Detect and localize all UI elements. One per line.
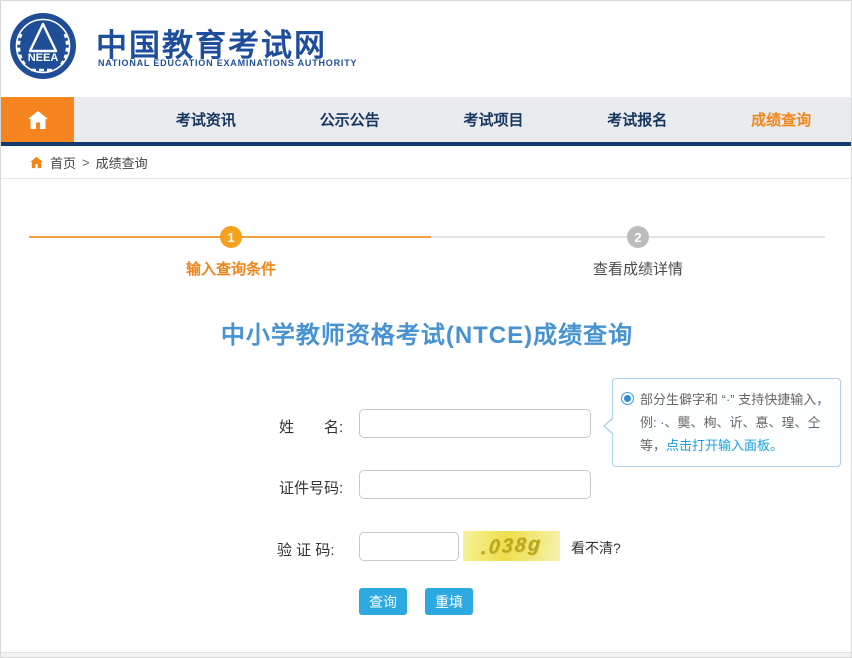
site-header: NEEA 中国教育考试网 NATIONAL EDUCATION EXAMINAT… [1,1,852,97]
id-number-input[interactable] [359,470,591,499]
breadcrumb-separator: > [82,155,90,170]
id-number-label: 证件号码: [279,477,343,498]
captcha-text: .038g [480,532,543,559]
open-input-panel-link[interactable]: 点击打开输入面板。 [666,438,783,453]
name-input[interactable] [359,409,591,438]
nav-item-exam-news[interactable]: 考试资讯 [176,109,236,130]
breadcrumb: 首页 > 成绩查询 [1,146,852,179]
reset-button[interactable]: 重填 [425,588,473,615]
breadcrumb-current: 成绩查询 [96,153,148,172]
query-button[interactable]: 查询 [359,588,407,615]
page-title: 中小学教师资格考试(NTCE)成绩查询 [1,315,852,350]
neea-logo-icon: NEEA [9,12,77,80]
bottom-strip [1,652,852,658]
nav-home-button[interactable] [1,97,74,142]
main-nav: 考试资讯 公示公告 考试项目 考试报名 成绩查询 [1,97,852,142]
captcha-refresh-link[interactable]: 看不清? [571,538,621,558]
nav-item-exam-programs[interactable]: 考试项目 [463,109,523,130]
rare-character-tooltip: 部分生僻字和 “·” 支持快捷输入，例: ·、龑、栒、䜣、惪、瑝、仝等，点击打开… [612,378,841,467]
name-label: 姓 名: [279,416,343,437]
step-2-circle: 2 [627,226,649,248]
nav-item-registration[interactable]: 考试报名 [607,109,667,130]
captcha-image[interactable]: .038g [463,531,560,561]
captcha-label: 验 证 码: [277,539,335,560]
home-icon [26,108,50,132]
step-1-label: 输入查询条件 [131,258,331,279]
step-2-label: 查看成绩详情 [538,258,738,279]
nav-item-announcements[interactable]: 公示公告 [320,109,380,130]
nav-items: 考试资讯 公示公告 考试项目 考试报名 成绩查询 [134,97,852,142]
breadcrumb-home-icon [29,155,44,170]
site-subtitle: NATIONAL EDUCATION EXAMINATIONS AUTHORIT… [98,58,357,68]
captcha-input[interactable] [359,532,459,561]
nav-item-score-query[interactable]: 成绩查询 [751,109,811,130]
svg-text:NEEA: NEEA [28,52,59,64]
page: NEEA 中国教育考试网 NATIONAL EDUCATION EXAMINAT… [0,0,852,658]
radio-dot-icon [621,392,634,405]
step-1-circle: 1 [220,226,242,248]
breadcrumb-home-link[interactable]: 首页 [50,153,76,172]
